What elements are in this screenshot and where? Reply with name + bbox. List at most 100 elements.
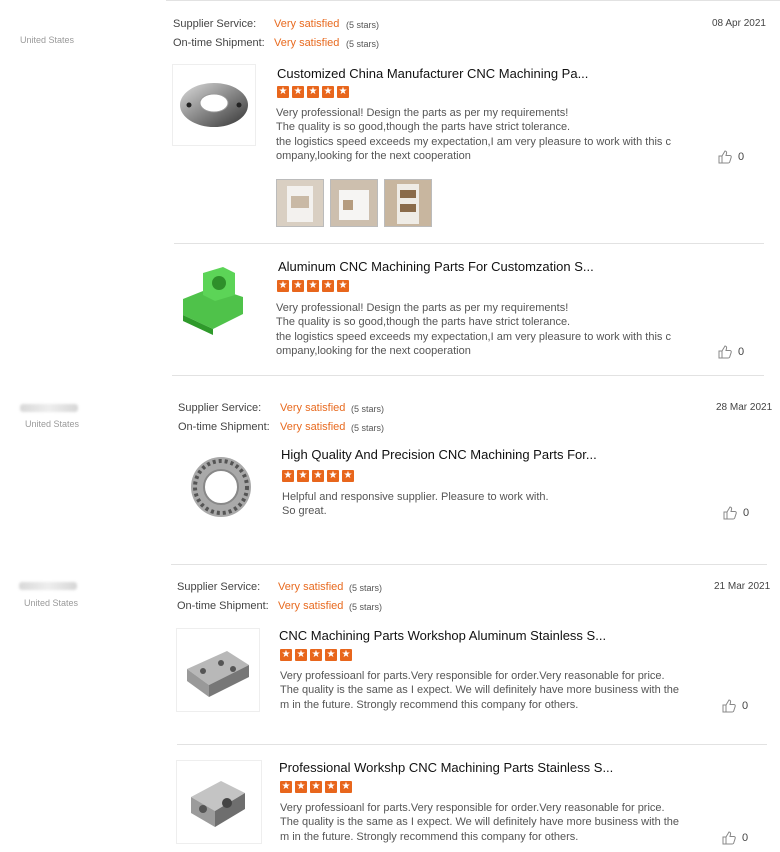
review-line: The quality is the same as I expect. We …	[280, 684, 680, 697]
product-title[interactable]: Professional Workshp CNC Machining Parts…	[279, 760, 613, 775]
review-line: m in the future. Strongly recommend this…	[280, 698, 579, 711]
like-count: 0	[738, 151, 745, 163]
product-title[interactable]: Customized China Manufacturer CNC Machin…	[277, 66, 588, 81]
review-line: m in the future. Strongly recommend this…	[280, 830, 579, 843]
rating-stars: ★ ★ ★ ★ ★	[282, 470, 354, 482]
star-icon: ★	[280, 781, 292, 793]
like-count: 0	[742, 832, 749, 844]
review-photo-thumbnail[interactable]	[276, 179, 324, 227]
divider	[166, 0, 780, 1]
review-text: Helpful and responsive supplier. Pleasur…	[282, 490, 549, 519]
reviewer-country: United States	[20, 35, 75, 45]
review-line: So great.	[282, 505, 327, 518]
divider	[171, 564, 767, 565]
star-icon: ★	[340, 649, 352, 661]
shipment-value: Very satisfied	[280, 421, 346, 433]
review-text: Very professional! Design the parts as p…	[276, 301, 671, 359]
like-count: 0	[743, 507, 750, 519]
supplier-service-stars: (5 stars)	[346, 20, 380, 30]
product-image[interactable]	[178, 446, 260, 530]
product-title[interactable]: Aluminum CNC Machining Parts For Customz…	[278, 259, 594, 274]
review-line: Very professional! Design the parts as p…	[276, 302, 569, 314]
star-icon: ★	[325, 649, 337, 661]
supplier-service-label: Supplier Service:	[178, 402, 262, 414]
star-icon: ★	[310, 649, 322, 661]
rating-stars: ★ ★ ★ ★ ★	[280, 649, 352, 661]
supplier-service-stars: (5 stars)	[349, 583, 383, 593]
star-icon: ★	[337, 280, 349, 292]
shipment-stars: (5 stars)	[351, 423, 385, 433]
product-image[interactable]	[172, 64, 256, 146]
star-icon: ★	[297, 470, 309, 482]
review-line: the logistics speed exceeds my expectati…	[276, 330, 671, 343]
shipment-label: On-time Shipment:	[173, 37, 265, 49]
star-icon: ★	[295, 781, 307, 793]
thumbs-up-icon	[718, 345, 732, 359]
star-icon: ★	[282, 470, 294, 482]
like-button[interactable]: 0	[722, 699, 748, 713]
package-photo-icon	[277, 180, 323, 226]
like-count: 0	[742, 700, 749, 712]
supplier-service-value: Very satisfied	[274, 18, 340, 30]
star-icon: ★	[312, 470, 324, 482]
supplier-service-value: Very satisfied	[280, 402, 346, 414]
reviewer-name-blurred	[19, 582, 77, 590]
thumbs-up-icon	[722, 699, 736, 713]
divider	[172, 375, 764, 376]
rating-stars: ★ ★ ★ ★ ★	[277, 86, 349, 98]
supplier-service-label: Supplier Service:	[173, 18, 257, 30]
review-line: The quality is so good,though the parts …	[276, 316, 571, 329]
product-title[interactable]: CNC Machining Parts Workshop Aluminum St…	[279, 628, 606, 643]
divider	[174, 243, 764, 244]
thumbs-up-icon	[722, 831, 736, 845]
product-image[interactable]	[172, 258, 264, 342]
shipment-value: Very satisfied	[278, 600, 344, 612]
review-photo-thumbnail[interactable]	[330, 179, 378, 227]
review-date: 08 Apr 2021	[712, 18, 766, 29]
divider	[177, 744, 767, 745]
reviewer-country: United States	[24, 598, 79, 608]
star-icon: ★	[322, 280, 334, 292]
review-date: 21 Mar 2021	[714, 581, 771, 592]
review-text: Very professioanl for parts.Very respons…	[280, 801, 679, 844]
review-line: Very professioanl for parts.Very respons…	[280, 670, 665, 682]
review-line: Helpful and responsive supplier. Pleasur…	[282, 491, 549, 503]
thumbs-up-icon	[718, 150, 732, 164]
product-title[interactable]: High Quality And Precision CNC Machining…	[281, 447, 597, 462]
thumbs-up-icon	[723, 506, 737, 520]
metal-plate-part-icon	[187, 651, 249, 697]
like-button[interactable]: 0	[722, 831, 748, 845]
review-line: the logistics speed exceeds my expectati…	[276, 135, 671, 148]
shipment-stars: (5 stars)	[346, 39, 380, 49]
review-line: ompany,looking for the next cooperation	[276, 150, 471, 163]
review-line: The quality is so good,though the parts …	[276, 121, 571, 134]
star-icon: ★	[340, 781, 352, 793]
rating-stars: ★ ★ ★ ★ ★	[280, 781, 352, 793]
like-button[interactable]: 0	[718, 345, 744, 359]
product-image[interactable]	[176, 628, 260, 712]
star-icon: ★	[277, 280, 289, 292]
supplier-service-label: Supplier Service:	[177, 581, 261, 593]
star-icon: ★	[295, 649, 307, 661]
supplier-service-value: Very satisfied	[278, 581, 344, 593]
flange-part-icon	[180, 83, 248, 127]
reviewer-name-blurred	[20, 404, 78, 412]
reviewer-country: United States	[25, 419, 80, 429]
review-date: 28 Mar 2021	[716, 402, 773, 413]
ring-part-icon	[191, 457, 251, 517]
like-button[interactable]: 0	[718, 150, 744, 164]
supplier-service-stars: (5 stars)	[351, 404, 385, 414]
star-icon: ★	[280, 649, 292, 661]
star-icon: ★	[292, 280, 304, 292]
product-image[interactable]	[176, 760, 262, 844]
shipment-stars: (5 stars)	[349, 602, 383, 612]
star-icon: ★	[307, 86, 319, 98]
like-button[interactable]: 0	[723, 506, 749, 520]
review-photo-thumbnail[interactable]	[384, 179, 432, 227]
shipment-value: Very satisfied	[274, 37, 340, 49]
star-icon: ★	[322, 86, 334, 98]
green-bracket-part-icon	[183, 267, 243, 335]
star-icon: ★	[342, 470, 354, 482]
rating-stars: ★ ★ ★ ★ ★	[277, 280, 349, 292]
shipment-label: On-time Shipment:	[177, 600, 269, 612]
